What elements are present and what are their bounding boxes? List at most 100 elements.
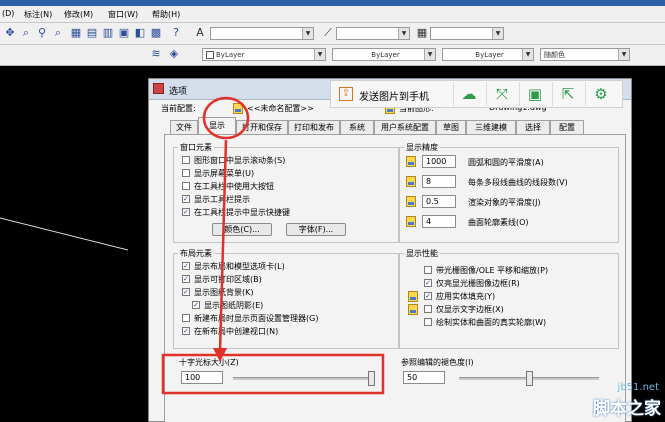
label-paper-shadow: 显示图纸阴影(E) bbox=[204, 301, 264, 310]
colors-button[interactable]: 颜色(C)... bbox=[212, 223, 272, 236]
checkbox-screen-menu[interactable] bbox=[182, 169, 190, 177]
window-elements-title: 窗口元素 bbox=[178, 142, 214, 153]
label-text-frame: 仅显示文字边框(X) bbox=[436, 305, 504, 314]
label-scrollbars: 图形窗口中显示滚动条(S) bbox=[194, 156, 286, 165]
tab-user-preferences[interactable]: 用户系统配置 bbox=[374, 120, 436, 134]
render-smoothness-input[interactable]: 0.5 bbox=[422, 195, 456, 208]
polyline-segments-icon bbox=[406, 176, 416, 187]
window-elements-group: 窗口元素 图形窗口中显示滚动条(S) 显示屏幕菜单(U) 在工具栏中使用大按钮 … bbox=[173, 142, 399, 243]
menu-help[interactable]: 帮助(H) bbox=[152, 9, 180, 20]
tab-plot-publish[interactable]: 打印和发布 bbox=[288, 120, 340, 134]
label-screen-menu: 显示屏幕菜单(U) bbox=[194, 169, 255, 178]
contour-lines-input[interactable]: 4 bbox=[422, 215, 456, 228]
checkbox-large-buttons[interactable] bbox=[182, 182, 190, 190]
menu-draw[interactable]: (D) bbox=[2, 9, 14, 18]
cloud-icon[interactable]: ☁ bbox=[453, 82, 484, 106]
checkbox-raster-frame[interactable]: ✓ bbox=[424, 279, 432, 287]
checkbox-paper-shadow[interactable]: ✓ bbox=[192, 301, 200, 309]
checkbox-scrollbars[interactable] bbox=[182, 156, 190, 164]
layer-previous-icon[interactable]: ◈ bbox=[168, 48, 180, 60]
checkbox-raster-pan-zoom[interactable] bbox=[424, 266, 432, 274]
plot-style-combo[interactable]: 随颜色 ▼ bbox=[540, 48, 630, 61]
menu-dimension[interactable]: 标注(N) bbox=[24, 9, 52, 20]
zoom-realtime-icon[interactable]: ⌕ bbox=[20, 27, 32, 39]
checkbox-create-viewport[interactable]: ✓ bbox=[182, 327, 190, 335]
label-raster-pan-zoom: 带光栅图像/OLE 平移和缩放(P) bbox=[436, 266, 549, 275]
checkbox-layout-tabs[interactable]: ✓ bbox=[182, 262, 190, 270]
standard-toolbar: ✥ ⌕ ⚲ ⌕ ▦ ▤ ▥ ▣ ◧ ▩ ? A ▼ ⟋ ▼ ▦ ▼ bbox=[0, 23, 665, 45]
tab-files[interactable]: 文件 bbox=[170, 120, 198, 134]
checkbox-tooltips[interactable]: ✓ bbox=[182, 195, 190, 203]
checkbox-page-setup-manager[interactable] bbox=[182, 314, 190, 322]
lineweight-combo[interactable]: ByLayer ▼ bbox=[442, 48, 534, 61]
layer-manager-icon[interactable]: ≋ bbox=[150, 48, 162, 60]
zoom-previous-icon[interactable]: ⌕ bbox=[52, 27, 64, 39]
checkbox-printable-area[interactable]: ✓ bbox=[182, 275, 190, 283]
polyline-segments-input[interactable]: 8 bbox=[422, 175, 456, 188]
dim-style-combo[interactable]: ▼ bbox=[336, 27, 410, 40]
display-performance-title: 显示性能 bbox=[404, 248, 440, 259]
fonts-button[interactable]: 字体(F)... bbox=[286, 223, 346, 236]
properties-toolbar: ≋ ◈ ByLayer ▼ ByLayer ▼ ByLayer ▼ 随颜色 ▼ bbox=[0, 45, 665, 66]
polyline-segments-label: 每条多段线曲线的线段数(V) bbox=[468, 178, 568, 187]
checkbox-text-frame[interactable] bbox=[424, 305, 432, 313]
help-icon[interactable]: ? bbox=[170, 27, 182, 39]
xref-fading-input[interactable]: 50 bbox=[403, 371, 445, 384]
design-center-icon[interactable]: ▤ bbox=[86, 27, 98, 39]
label-paper-background: 显示图纸背景(K) bbox=[194, 288, 254, 297]
tab-display[interactable]: 显示 bbox=[198, 117, 236, 134]
table-style-combo[interactable]: ▼ bbox=[430, 27, 504, 40]
crosshair-slider-thumb[interactable] bbox=[368, 371, 375, 386]
label-tooltips: 显示工具栏提示 bbox=[194, 195, 250, 204]
checkbox-true-silhouettes[interactable] bbox=[424, 318, 432, 326]
text-style-combo[interactable]: ▼ bbox=[210, 27, 314, 40]
menu-window[interactable]: 窗口(W) bbox=[108, 9, 138, 20]
label-layout-tabs: 显示布局和模型选项卡(L) bbox=[194, 262, 285, 271]
title-bar-strip bbox=[0, 0, 665, 6]
properties-icon[interactable]: ▦ bbox=[70, 27, 82, 39]
pan-icon[interactable]: ✥ bbox=[4, 27, 16, 39]
share-icon[interactable]: ⇱ bbox=[552, 82, 583, 106]
save-icon[interactable]: ▣ bbox=[519, 82, 550, 106]
sheet-set-icon[interactable]: ▣ bbox=[118, 27, 130, 39]
color-combo[interactable]: ByLayer ▼ bbox=[202, 48, 326, 61]
tab-open-save[interactable]: 打开和保存 bbox=[236, 120, 288, 134]
xref-fading-title: 参照编辑的褪色度(I) bbox=[401, 358, 474, 367]
xref-slider-thumb[interactable] bbox=[525, 371, 533, 386]
tab-selection[interactable]: 选择 bbox=[516, 120, 550, 134]
crosshair-size-slider[interactable] bbox=[233, 371, 375, 386]
tab-profiles[interactable]: 配置 bbox=[550, 120, 584, 134]
menu-modify[interactable]: 修改(M) bbox=[64, 9, 93, 20]
crosshair-size-input[interactable]: 100 bbox=[181, 371, 223, 384]
checkbox-shortcut-keys[interactable]: ✓ bbox=[182, 208, 190, 216]
plot-style-combo-value: 随颜色 bbox=[544, 51, 565, 59]
zoom-window-icon[interactable]: ⚲ bbox=[36, 27, 48, 39]
settings-icon[interactable]: ⚙ bbox=[585, 82, 616, 106]
color-combo-value: ByLayer bbox=[216, 51, 245, 59]
tab-system[interactable]: 系统 bbox=[340, 120, 374, 134]
xref-fading-slider[interactable] bbox=[459, 371, 599, 386]
linetype-combo[interactable]: ByLayer ▼ bbox=[332, 48, 436, 61]
checkbox-solid-fill[interactable]: ✓ bbox=[424, 292, 432, 300]
calculator-icon[interactable]: ▩ bbox=[150, 27, 162, 39]
dialog-title: 选项 bbox=[169, 87, 188, 97]
label-solid-fill: 应用实体填充(Y) bbox=[436, 292, 496, 301]
table-style-icon[interactable]: ▦ bbox=[416, 27, 428, 39]
layout-elements-group: 布局元素 ✓ 显示布局和模型选项卡(L) ✓ 显示可打印区域(B) ✓ 显示图纸… bbox=[173, 248, 399, 349]
render-smoothness-label: 渲染对象的平滑度(J) bbox=[468, 198, 541, 207]
fullscreen-icon[interactable]: ⤧ bbox=[486, 82, 517, 106]
linetype-combo-value: ByLayer bbox=[371, 51, 400, 59]
arc-smoothness-input[interactable]: 1000 bbox=[422, 155, 456, 168]
crosshair-size-title: 十字光标大小(Z) bbox=[179, 358, 239, 367]
text-style-icon[interactable]: A bbox=[194, 27, 206, 39]
contour-lines-label: 曲面轮廓素线(O) bbox=[468, 218, 529, 227]
color-swatch bbox=[206, 51, 214, 59]
tab-3d-modeling[interactable]: 三维建模 bbox=[466, 120, 516, 134]
markup-icon[interactable]: ◧ bbox=[134, 27, 146, 39]
send-to-phone-label[interactable]: 发送图片到手机 bbox=[359, 88, 429, 103]
tab-drafting[interactable]: 草图 bbox=[436, 120, 466, 134]
dim-style-icon[interactable]: ⟋ bbox=[322, 27, 334, 39]
contour-lines-icon bbox=[406, 216, 416, 227]
checkbox-paper-background[interactable]: ✓ bbox=[182, 288, 190, 296]
tool-palettes-icon[interactable]: ▥ bbox=[102, 27, 114, 39]
